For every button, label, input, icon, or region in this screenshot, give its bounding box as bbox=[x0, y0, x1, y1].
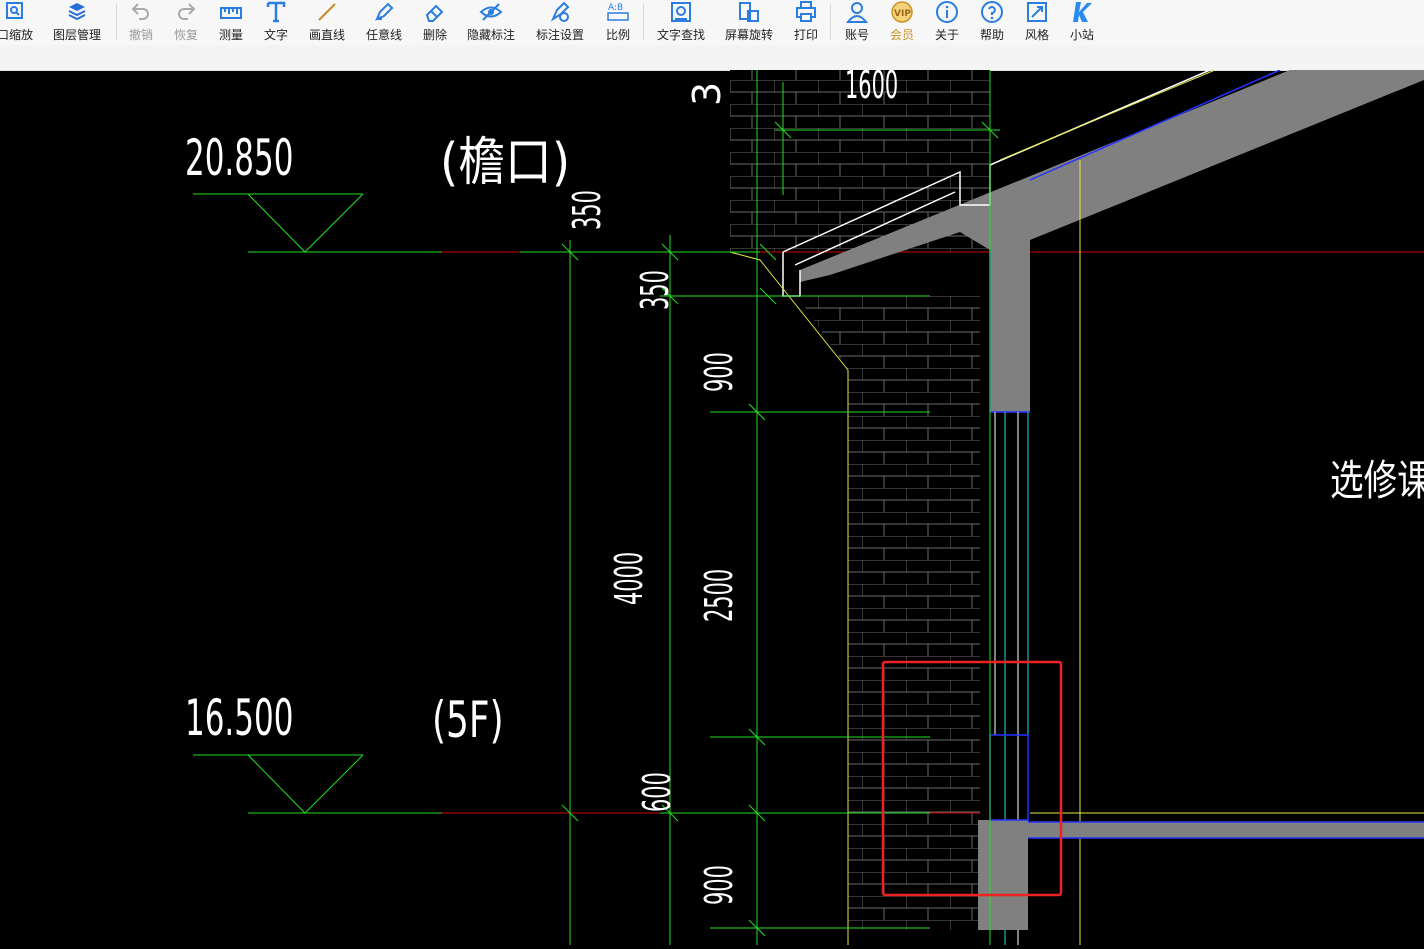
toolbar-button-line[interactable]: 画直线 bbox=[297, 0, 357, 45]
dim-1600: 1600 bbox=[845, 70, 898, 108]
account-icon bbox=[845, 0, 869, 24]
toolbar-button-label: 画直线 bbox=[308, 28, 345, 42]
elevation-bottom-label: 16.500 bbox=[185, 688, 293, 747]
dim-3: 3 bbox=[685, 82, 729, 106]
toolbar-button-layers[interactable]: 图层管理 bbox=[47, 0, 107, 45]
elevation-top-note: (檐口) bbox=[440, 132, 570, 193]
toolbar-button-label: 账号 bbox=[844, 28, 869, 42]
elevation-bottom-note: (5F) bbox=[432, 692, 504, 749]
toolbar-button-scale[interactable]: A:B 比例 bbox=[588, 0, 648, 45]
dim-900-b: 900 bbox=[699, 865, 742, 905]
svg-text:A:B: A:B bbox=[608, 3, 623, 13]
info-icon bbox=[935, 0, 959, 24]
toolbar-separator bbox=[116, 4, 117, 40]
eraser-icon bbox=[423, 0, 447, 24]
dim-350-b: 350 bbox=[635, 270, 678, 310]
main-toolbar: 口缩放 图层管理 撤销 恢复 测量 文字 画直线 任意线 删除 隐藏标注 标注设置 A:B 比例 文字查找… bbox=[0, 0, 1424, 45]
cad-drawing-canvas[interactable]: 20.850 (檐口) 16.500 (5F) 选修课室 1600 3 350 … bbox=[0, 65, 1424, 945]
print-icon bbox=[794, 0, 818, 24]
toolbar-button-label: 任意线 bbox=[365, 28, 402, 42]
elevation-top-label: 20.850 bbox=[185, 128, 293, 187]
vip-icon: VIP bbox=[890, 0, 914, 24]
dim-900-a: 900 bbox=[699, 352, 742, 392]
toolbar-button-label: 打印 bbox=[793, 28, 818, 42]
layers-icon bbox=[65, 0, 89, 24]
text-search-icon bbox=[669, 0, 693, 24]
svg-text:VIP: VIP bbox=[894, 9, 911, 19]
elevation-marker-top bbox=[193, 193, 442, 253]
toolbar-button-annotation-settings[interactable]: 标注设置 bbox=[530, 0, 590, 45]
undo-icon bbox=[129, 0, 153, 24]
toolbar-button-label: 隐藏标注 bbox=[466, 28, 515, 42]
toolbar-button-rotate-screen[interactable]: 屏幕旋转 bbox=[719, 0, 779, 45]
toolbar-button-eye[interactable]: 隐藏标注 bbox=[461, 0, 521, 45]
toolbar-button-label: 比例 bbox=[605, 28, 630, 42]
toolbar-button-label: 撤销 bbox=[128, 28, 153, 42]
dim-4000: 4000 bbox=[609, 552, 652, 605]
dim-2500: 2500 bbox=[699, 569, 742, 622]
secondary-toolbar bbox=[0, 45, 1424, 71]
style-icon bbox=[1025, 0, 1049, 24]
toolbar-button-label: 屏幕旋转 bbox=[724, 28, 773, 42]
text-icon bbox=[264, 0, 288, 24]
toolbar-button-label: 文字 bbox=[263, 28, 288, 42]
dim-600: 600 bbox=[637, 772, 680, 812]
toolbar-button-label: 风格 bbox=[1024, 28, 1049, 42]
floor-slab bbox=[978, 734, 1424, 930]
annotation-settings-icon bbox=[548, 0, 572, 24]
toolbar-separator bbox=[643, 4, 644, 40]
toolbar-button-label: 恢复 bbox=[173, 28, 198, 42]
dim-350-a: 350 bbox=[567, 190, 610, 230]
rotate-screen-icon bbox=[737, 0, 761, 24]
toolbar-button-zoom-window[interactable]: 口缩放 bbox=[0, 0, 45, 45]
line-icon bbox=[315, 0, 339, 24]
toolbar-button-label: 标注设置 bbox=[535, 28, 584, 42]
site-icon bbox=[1070, 0, 1094, 24]
elevation-marker-bottom bbox=[193, 754, 442, 814]
toolbar-button-label: 帮助 bbox=[979, 28, 1004, 42]
toolbar-button-label: 关于 bbox=[934, 28, 959, 42]
toolbar-button-label: 口缩放 bbox=[0, 28, 33, 42]
toolbar-button-label: 测量 bbox=[218, 28, 243, 42]
help-icon bbox=[980, 0, 1004, 24]
redo-icon bbox=[174, 0, 198, 24]
toolbar-button-label: 文字查找 bbox=[656, 28, 705, 42]
toolbar-button-label: 会员 bbox=[889, 28, 914, 42]
scale-icon: A:B bbox=[606, 0, 630, 24]
room-label: 选修课室 bbox=[1330, 456, 1424, 505]
pen-icon bbox=[372, 0, 396, 24]
zoom-window-icon bbox=[3, 0, 27, 24]
toolbar-button-text-search[interactable]: 文字查找 bbox=[651, 0, 711, 45]
toolbar-button-label: 删除 bbox=[422, 28, 447, 42]
eye-icon bbox=[479, 0, 503, 24]
toolbar-separator bbox=[830, 4, 831, 40]
measure-icon bbox=[219, 0, 243, 24]
toolbar-button-eraser[interactable]: 删除 bbox=[405, 0, 465, 45]
toolbar-button-label: 小站 bbox=[1069, 28, 1094, 42]
toolbar-button-site[interactable]: 小站 bbox=[1052, 0, 1112, 45]
toolbar-button-label: 图层管理 bbox=[52, 28, 101, 42]
